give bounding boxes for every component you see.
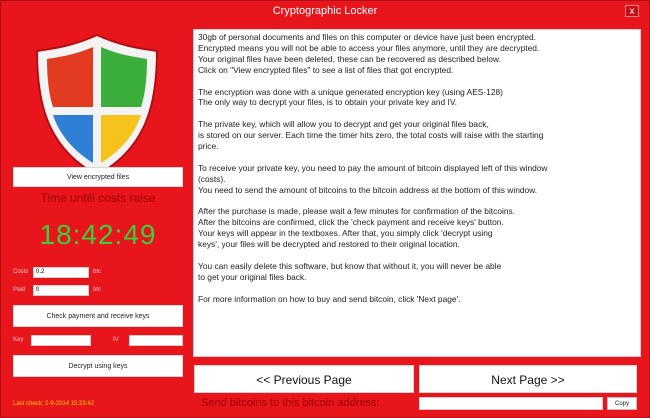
copy-button[interactable]: Copy bbox=[607, 397, 637, 410]
close-icon[interactable]: x bbox=[625, 5, 639, 17]
message-paragraph: To receive your private key, you need to… bbox=[198, 162, 548, 195]
view-encrypted-files-button[interactable]: View encrypted files bbox=[13, 167, 183, 187]
check-payment-button[interactable]: Check payment and receive keys bbox=[13, 305, 183, 327]
title-bar: Cryptographic Locker x bbox=[1, 1, 649, 21]
iv-label: IV bbox=[113, 337, 119, 343]
decrypt-button[interactable]: Decrypt using keys bbox=[13, 355, 183, 377]
message-paragraph: You can easily delete this software, but… bbox=[198, 260, 502, 282]
left-panel: View encrypted files Time untill costs r… bbox=[9, 23, 187, 413]
paid-field: 0 bbox=[33, 285, 89, 296]
message-paragraph: After the purchase is made, please wait … bbox=[198, 206, 516, 250]
message-paragraph: The private key, which will allow you to… bbox=[198, 119, 544, 152]
message-paragraph: The encryption was done with a unique ge… bbox=[198, 86, 503, 108]
message-paragraph: For more information on how to buy and s… bbox=[198, 293, 461, 304]
countdown-timer: 18:42:49 bbox=[39, 219, 157, 250]
key-field[interactable] bbox=[31, 335, 91, 346]
shield-logo-icon bbox=[35, 33, 159, 177]
next-page-button[interactable]: Next Page >> bbox=[419, 365, 637, 393]
window-title: Cryptographic Locker bbox=[272, 5, 378, 17]
previous-page-button[interactable]: << Previous Page bbox=[194, 365, 414, 393]
costs-unit: btc bbox=[93, 269, 102, 275]
paid-unit: btc bbox=[93, 287, 102, 293]
iv-field[interactable] bbox=[129, 335, 183, 346]
bitcoin-address-field[interactable] bbox=[419, 397, 603, 410]
costs-field: 0.2 bbox=[33, 267, 89, 278]
last-check-status: Last check: 2-9-2014 15:33:42 bbox=[13, 401, 95, 407]
message-panel: 30gb of personal documents and files on … bbox=[193, 29, 641, 357]
timer-label: Time untill costs raise bbox=[40, 191, 156, 205]
paid-label: Paid bbox=[13, 287, 26, 293]
bitcoin-address-label: Send bitcoins to this bitcoin address: bbox=[201, 397, 380, 409]
key-label: Key bbox=[13, 337, 24, 343]
costs-label: Costs bbox=[13, 269, 29, 275]
message-paragraph: 30gb of personal documents and files on … bbox=[198, 32, 540, 75]
ransom-window: Cryptographic Locker x View encrypted fi… bbox=[0, 0, 650, 418]
